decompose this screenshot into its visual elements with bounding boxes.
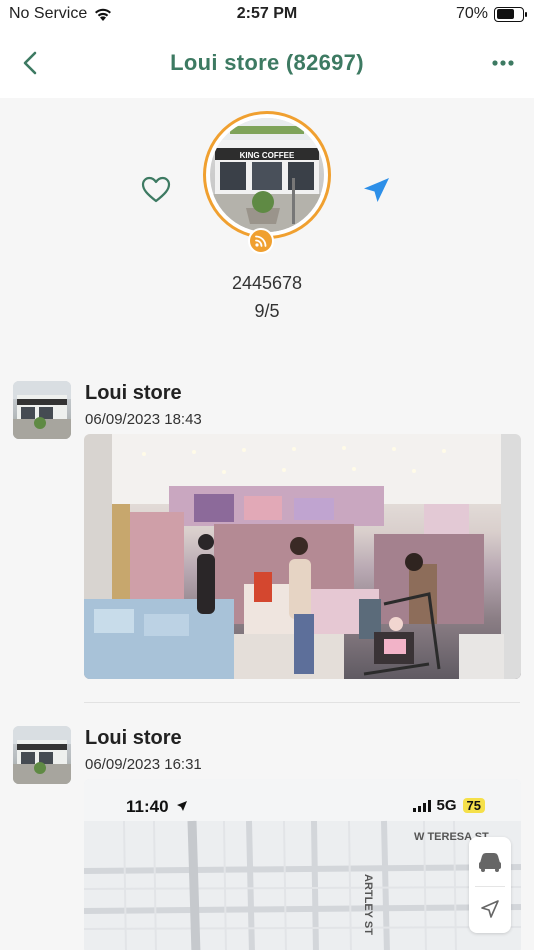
storefront-image bbox=[210, 118, 324, 232]
map-screenshot-photo: 11:40 5G 75 W TERESA ST ARTLEY ST bbox=[84, 779, 521, 950]
car-icon[interactable] bbox=[469, 837, 511, 881]
feed-avatar[interactable] bbox=[13, 381, 71, 439]
status-bar: No Service 2:57 PM 70% bbox=[0, 0, 534, 30]
more-options-icon[interactable] bbox=[490, 50, 516, 76]
map-street-label: ARTLEY ST bbox=[362, 874, 374, 935]
feed-author: Loui store bbox=[85, 727, 182, 749]
signal-bars-icon bbox=[412, 799, 431, 812]
feed-timestamp: 06/09/2023 18:43 bbox=[85, 411, 202, 428]
rss-icon bbox=[255, 235, 267, 247]
store-photo: KING COFFEE bbox=[210, 118, 324, 232]
map-battery: 75 bbox=[462, 798, 485, 813]
feed-item: Loui store 06/09/2023 16:31 11:40 5G 75 … bbox=[0, 725, 534, 950]
feed-divider bbox=[84, 702, 520, 703]
location-arrow-icon bbox=[177, 801, 188, 811]
store-avatar[interactable]: KING COFFEE bbox=[203, 111, 331, 239]
store-profile: KING COFFEE 2445678 9/5 bbox=[0, 98, 534, 338]
battery-percent: 70% bbox=[455, 5, 488, 22]
map-status-right: 5G 75 bbox=[412, 797, 485, 814]
map-time-text: 11:40 bbox=[126, 797, 169, 816]
feed-avatar[interactable] bbox=[13, 726, 71, 784]
feed-author: Loui store bbox=[85, 382, 182, 404]
status-time: 2:57 PM bbox=[236, 5, 298, 22]
map-controls bbox=[469, 837, 511, 933]
store-code: 2445678 bbox=[231, 273, 303, 293]
store-interior-image bbox=[84, 434, 521, 679]
store-thumbnail bbox=[13, 726, 71, 784]
rss-badge bbox=[248, 228, 274, 254]
page-title: Loui store (82697) bbox=[170, 50, 364, 75]
feed-photo[interactable]: 11:40 5G 75 W TERESA ST ARTLEY ST bbox=[84, 779, 521, 950]
store-interior-photo bbox=[84, 434, 521, 679]
favorite-heart-icon[interactable] bbox=[140, 174, 172, 206]
battery-fill bbox=[496, 9, 514, 19]
locate-me-icon[interactable] bbox=[469, 887, 511, 931]
map-status-time: 11:40 bbox=[126, 797, 188, 817]
store-thumbnail bbox=[13, 381, 71, 439]
store-date: 9/5 bbox=[254, 301, 280, 321]
feed-item: Loui store 06/09/2023 18:43 bbox=[0, 380, 534, 690]
navigate-arrow-icon[interactable] bbox=[360, 174, 392, 206]
map-network: 5G bbox=[436, 797, 457, 814]
feed-timestamp: 06/09/2023 16:31 bbox=[85, 756, 202, 773]
battery-icon bbox=[494, 6, 527, 22]
status-right: 70% bbox=[455, 5, 527, 23]
store-sign: KING COFFEE bbox=[239, 151, 295, 160]
navigation-bar: Loui store (82697) bbox=[0, 30, 534, 98]
feed-photo[interactable] bbox=[84, 434, 521, 679]
